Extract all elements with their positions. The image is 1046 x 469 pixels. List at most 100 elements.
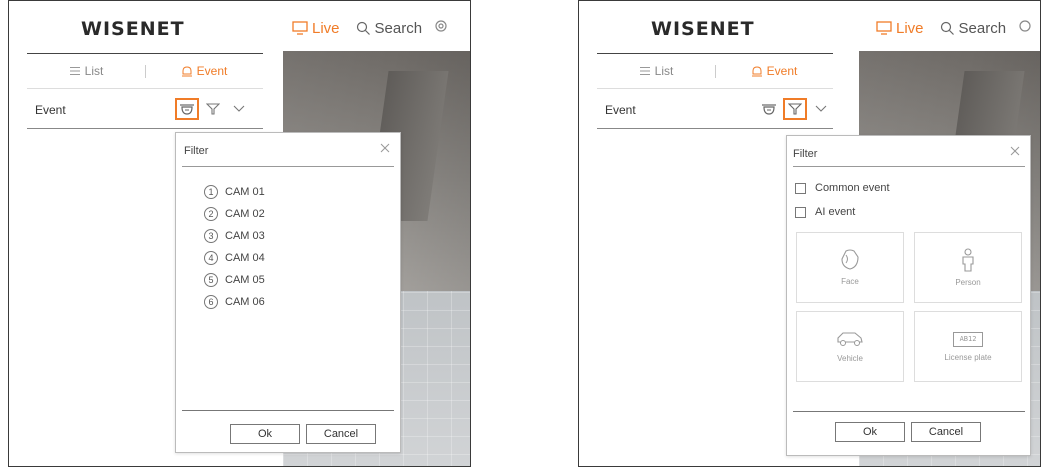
top-header: WISENET Live Search xyxy=(9,1,470,51)
camera-list-item[interactable]: 5 CAM 05 xyxy=(204,269,265,291)
header-divider xyxy=(27,53,263,54)
nav-search[interactable]: Search xyxy=(356,19,423,37)
ok-button[interactable]: Ok xyxy=(230,424,300,444)
tabs-divider xyxy=(27,88,263,89)
expand-button[interactable] xyxy=(809,98,833,120)
vehicle-icon xyxy=(837,332,863,346)
tabs-divider xyxy=(597,88,833,89)
camera-list-item[interactable]: 6 CAM 06 xyxy=(204,291,265,313)
camera-number-badge: 4 xyxy=(204,251,218,265)
dialog-top-divider xyxy=(793,166,1025,167)
camera-number-badge: 1 xyxy=(204,185,218,199)
camera-filter-button[interactable] xyxy=(175,98,199,120)
filter-icon xyxy=(788,103,802,115)
ok-button[interactable]: Ok xyxy=(835,422,905,442)
dialog-close-button[interactable] xyxy=(378,141,392,155)
gear-icon xyxy=(435,20,447,32)
nav-live-label: Live xyxy=(312,19,340,37)
event-filter-button[interactable] xyxy=(201,98,225,120)
tab-list[interactable]: List xyxy=(597,57,715,85)
camera-name: CAM 02 xyxy=(225,208,265,220)
close-icon xyxy=(380,143,390,153)
camera-filter-dialog: Filter 1 CAM 01 2 CAM 02 3 CAM 03 4 CAM 04 5… xyxy=(175,132,401,453)
wisenet-logo: WISENET xyxy=(81,18,185,40)
search-icon xyxy=(356,21,370,35)
view-tabs: List Event xyxy=(27,57,263,85)
ai-type-face[interactable]: Face xyxy=(796,232,904,303)
screenshot-panel-event-filter: WISENET Live Search List Event Event Fil… xyxy=(578,0,1041,467)
camera-name: CAM 05 xyxy=(225,274,265,286)
camera-number-badge: 2 xyxy=(204,207,218,221)
common-event-label: Common event xyxy=(815,182,890,194)
camera-list-item[interactable]: 4 CAM 04 xyxy=(204,247,265,269)
tab-list-label: List xyxy=(84,64,104,78)
cancel-button[interactable]: Cancel xyxy=(911,422,981,442)
nav-live[interactable]: Live xyxy=(292,20,340,37)
event-filter-button[interactable] xyxy=(783,98,807,120)
dialog-bottom-divider xyxy=(182,410,394,411)
close-icon xyxy=(1010,146,1020,156)
header-divider xyxy=(597,53,833,54)
face-icon xyxy=(841,249,859,270)
monitor-icon xyxy=(876,21,892,35)
view-tabs: List Event xyxy=(597,57,833,85)
chevron-down-icon xyxy=(815,105,827,112)
nav-setup-icon[interactable] xyxy=(1018,19,1032,37)
event-toolbar: Event xyxy=(597,93,833,125)
common-event-checkbox[interactable] xyxy=(795,182,806,194)
ai-type-person[interactable]: Person xyxy=(914,232,1022,303)
event-row-divider xyxy=(597,128,833,129)
tab-event-label: Event xyxy=(766,64,798,78)
ai-type-license-plate[interactable]: AB12 License plate xyxy=(914,311,1022,382)
ai-event-option[interactable]: AI event xyxy=(795,206,855,218)
nav-search-label: Search xyxy=(374,19,423,37)
screenshot-panel-camera-filter: WISENET Live Search List Event Event Fil… xyxy=(8,0,471,467)
ai-event-checkbox[interactable] xyxy=(795,206,806,218)
camera-filter-button[interactable] xyxy=(757,98,781,120)
ai-event-label: AI event xyxy=(815,206,856,218)
expand-button[interactable] xyxy=(227,98,251,120)
camera-number-badge: 6 xyxy=(204,295,218,309)
tab-list-label: List xyxy=(654,64,674,78)
monitor-icon xyxy=(292,21,308,35)
camera-list-item[interactable]: 2 CAM 02 xyxy=(204,203,265,225)
camera-list-item[interactable]: 1 CAM 01 xyxy=(204,181,265,203)
ai-type-label: Person xyxy=(955,278,981,287)
search-icon xyxy=(940,21,954,35)
dialog-buttons: Ok Cancel xyxy=(835,422,981,442)
tab-separator xyxy=(145,65,146,78)
ai-type-vehicle[interactable]: Vehicle xyxy=(796,311,904,382)
camera-list-item[interactable]: 3 CAM 03 xyxy=(204,225,265,247)
chevron-down-icon xyxy=(233,105,245,112)
bell-icon xyxy=(181,65,192,76)
dialog-title: Filter xyxy=(184,145,209,157)
camera-number-badge: 5 xyxy=(204,273,218,287)
license-plate-icon-text: AB12 xyxy=(959,335,977,343)
event-row-icons xyxy=(757,97,833,121)
camera-number-badge: 3 xyxy=(204,229,218,243)
camera-name: CAM 03 xyxy=(225,230,265,242)
event-filter-dialog: Filter Common event AI event Face Person… xyxy=(786,135,1031,456)
event-toolbar: Event xyxy=(27,93,263,125)
camera-dome-icon xyxy=(180,104,194,115)
camera-list: 1 CAM 01 2 CAM 02 3 CAM 03 4 CAM 04 5 CAM 05 … xyxy=(204,181,265,313)
event-row-icons xyxy=(175,97,251,121)
gear-icon xyxy=(1019,20,1031,32)
tab-event[interactable]: Event xyxy=(715,57,833,85)
camera-name: CAM 06 xyxy=(225,296,265,308)
nav-live[interactable]: Live xyxy=(876,20,924,37)
dialog-close-button[interactable] xyxy=(1008,144,1022,158)
nav-live-label: Live xyxy=(896,19,924,37)
common-event-option[interactable]: Common event xyxy=(795,182,890,194)
list-icon xyxy=(69,67,80,75)
cancel-button[interactable]: Cancel xyxy=(306,424,376,444)
dialog-top-divider xyxy=(182,166,394,167)
wisenet-logo: WISENET xyxy=(651,18,755,40)
tab-list[interactable]: List xyxy=(27,57,145,85)
nav-search[interactable]: Search xyxy=(940,20,1006,37)
event-row-label: Event xyxy=(605,103,636,117)
tab-event[interactable]: Event xyxy=(145,57,263,85)
camera-dome-icon xyxy=(762,104,776,115)
nav-setup-icon[interactable] xyxy=(434,19,448,37)
camera-name: CAM 01 xyxy=(225,186,265,198)
